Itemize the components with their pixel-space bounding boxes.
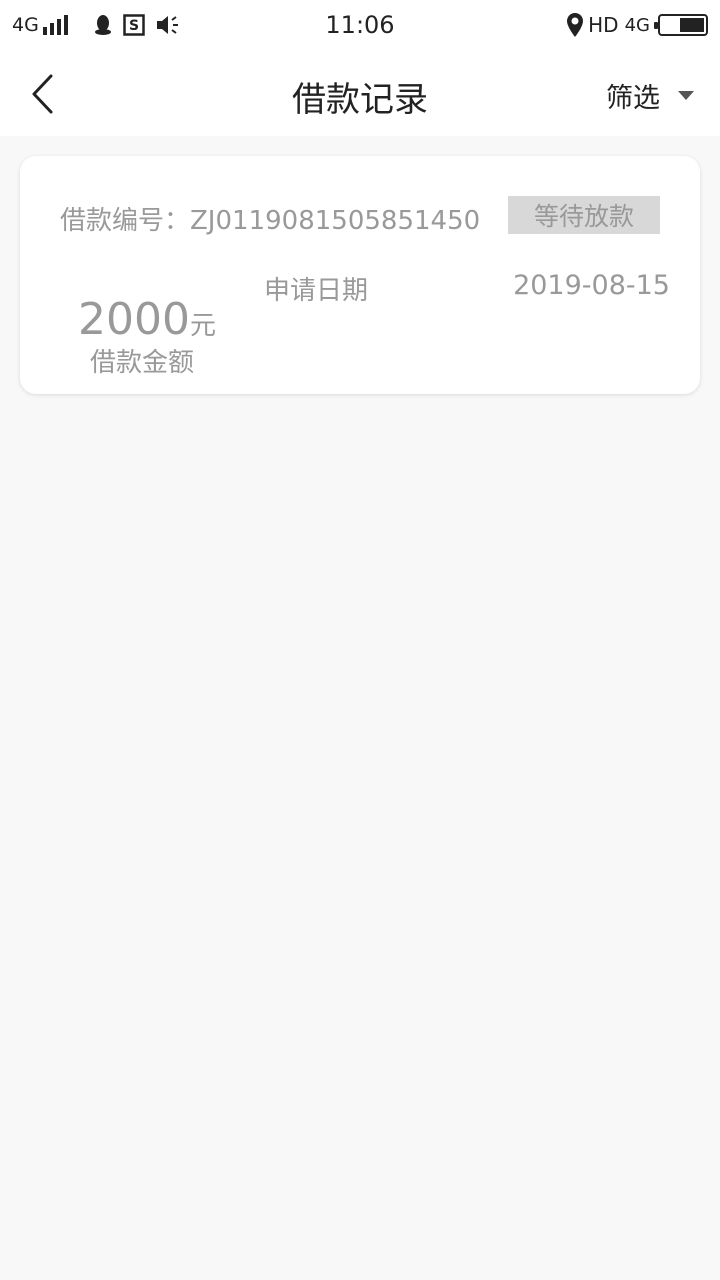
apply-date-label: 申请日期: [264, 276, 369, 306]
loan-amount-value: 2000: [78, 294, 190, 345]
caret-down-icon: [678, 91, 694, 100]
loan-amount-label: 借款金额: [90, 348, 195, 378]
status-bar: 4G S 11:06 HD 4G: [0, 0, 720, 52]
nav-bar: 借款记录 筛选: [0, 52, 720, 136]
filter-button[interactable]: 筛选: [606, 76, 694, 115]
loan-amount: 2000 元: [78, 294, 216, 345]
loan-number: 借款编号：ZJ0119081505851450: [60, 206, 481, 236]
apply-date-value: 2019-08-15: [513, 270, 670, 301]
loan-amount-unit: 元: [189, 311, 216, 341]
battery-icon: [654, 14, 708, 36]
loan-record-card[interactable]: 借款编号：ZJ0119081505851450 等待放款 申请日期 2019-0…: [20, 156, 700, 394]
filter-label: 筛选: [606, 83, 660, 114]
status-badge: 等待放款: [508, 196, 660, 234]
network-type-right: 4G: [624, 14, 650, 36]
location-icon: [566, 12, 584, 38]
hd-indicator: HD: [588, 13, 619, 37]
status-right: HD 4G: [566, 12, 708, 38]
